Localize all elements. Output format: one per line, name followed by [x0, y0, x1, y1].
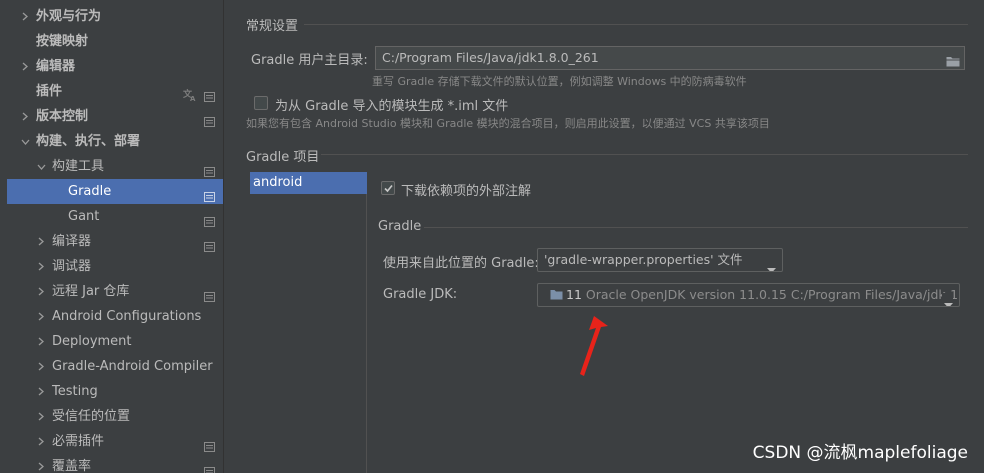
sidebar-item-label: 远程 Jar 仓库	[52, 284, 130, 299]
annotation-arrow	[580, 316, 608, 376]
sidebar-item-coverage[interactable]: 覆盖率	[0, 454, 223, 473]
section-divider	[304, 24, 968, 25]
watermark: CSDN @流枫maplefoliage	[752, 443, 968, 463]
chevron-down-icon[interactable]	[37, 154, 46, 179]
sidebar-item-build-tools[interactable]: 构建工具	[0, 154, 223, 179]
chevron-right-icon[interactable]	[38, 254, 46, 279]
sidebar-item-label: 外观与行为	[36, 9, 102, 24]
section-divider	[424, 227, 968, 228]
chevron-right-icon[interactable]	[38, 429, 46, 454]
section-divider	[321, 154, 968, 155]
project-level-icon	[204, 461, 215, 473]
chevron-down-icon[interactable]	[21, 129, 30, 154]
project-item-android[interactable]: android	[250, 172, 367, 194]
chevron-right-icon[interactable]	[38, 304, 46, 329]
sidebar-item-debugger[interactable]: 调试器	[0, 254, 223, 279]
sidebar-item-editor[interactable]: 编辑器	[0, 54, 223, 79]
download-annotations-label: 下载依赖项的外部注解	[401, 184, 532, 199]
chevron-right-icon[interactable]	[38, 279, 46, 304]
gradle-user-home-value: C:/Program Files/Java/jdk1.8.0_261	[382, 50, 599, 65]
gradle-jdk-value: Oracle OpenJDK version 11.0.15 C:/Progra…	[585, 287, 959, 302]
sidebar-item-label: Gant	[68, 209, 100, 224]
sidebar-item-android-configurations[interactable]: Android Configurations	[0, 304, 223, 329]
use-gradle-from-select[interactable]: 'gradle-wrapper.properties' 文件	[537, 248, 783, 272]
sidebar-item-label: Testing	[52, 384, 98, 399]
sidebar-item-label: 构建工具	[52, 159, 105, 174]
sidebar-item-testing[interactable]: Testing	[0, 379, 223, 404]
dropdown-arrow-icon	[942, 293, 953, 306]
chevron-right-icon[interactable]	[38, 404, 46, 429]
use-gradle-from-label: 使用来自此位置的 Gradle:	[383, 256, 539, 271]
sidebar-item-required-plugins[interactable]: 必需插件	[0, 429, 223, 454]
project-level-icon	[204, 111, 215, 127]
sidebar-item-version-control[interactable]: 版本控制	[0, 104, 223, 129]
jdk-folder-icon	[550, 285, 566, 307]
chevron-right-icon[interactable]	[38, 454, 46, 473]
gradle-subsection-title: Gradle	[378, 219, 422, 234]
sidebar-item-label: 编辑器	[36, 59, 76, 74]
sidebar-item-label: 覆盖率	[52, 459, 92, 473]
sidebar-item-label: 调试器	[52, 259, 92, 274]
gradle-jdk-version: 11	[566, 287, 582, 302]
sidebar-item-trusted-locations[interactable]: 受信任的位置	[0, 404, 223, 429]
download-annotations-checkbox[interactable]	[381, 181, 395, 195]
generate-iml-hint: 如果您有包含 Android Studio 模块和 Gradle 模块的混合项目…	[246, 117, 770, 130]
gradle-user-home-input[interactable]: C:/Program Files/Java/jdk1.8.0_261	[375, 46, 965, 70]
sidebar-item-label: Deployment	[52, 334, 132, 349]
sidebar-item-label: Gradle-Android Compiler	[52, 359, 213, 374]
project-level-icon	[204, 161, 215, 177]
gradle-user-home-hint: 重写 Gradle 存储下载文件的默认位置，例如调整 Windows 中的防病毒…	[372, 75, 747, 88]
sidebar-item-label: 构建、执行、部署	[36, 134, 141, 149]
chevron-right-icon[interactable]	[22, 4, 30, 29]
gradle-projects-section-title: Gradle 项目	[246, 150, 320, 165]
sidebar-item-label: Android Configurations	[52, 309, 202, 324]
sidebar-item-label: 版本控制	[36, 109, 89, 124]
project-level-icon	[204, 236, 215, 252]
browse-folder-icon[interactable]	[946, 52, 960, 67]
generate-iml-checkbox[interactable]	[254, 96, 268, 110]
gradle-user-home-label: Gradle 用户主目录:	[251, 53, 368, 68]
project-level-icon	[204, 436, 215, 452]
sidebar-item-label: Gradle	[68, 184, 112, 199]
use-gradle-from-value: 'gradle-wrapper.properties' 文件	[544, 252, 743, 267]
gradle-project-list: android	[250, 172, 367, 473]
gradle-settings-panel: 常规设置 Gradle 用户主目录: C:/Program Files/Java…	[224, 0, 984, 473]
settings-sidebar: 外观与行为 按键映射 编辑器 插件 文A 版本控制 构建、执行、部署 构建工具 …	[0, 0, 224, 473]
sidebar-item-appearance[interactable]: 外观与行为	[0, 4, 223, 29]
project-level-icon	[204, 186, 215, 202]
sidebar-item-label: 必需插件	[52, 434, 105, 449]
project-level-icon	[204, 286, 215, 302]
chevron-right-icon[interactable]	[38, 229, 46, 254]
sidebar-item-plugins[interactable]: 插件 文A	[0, 79, 223, 104]
sidebar-item-label: 插件	[36, 84, 63, 99]
svg-text:A: A	[190, 95, 196, 101]
sidebar-item-gant[interactable]: Gant	[0, 204, 223, 229]
chevron-right-icon[interactable]	[38, 329, 46, 354]
translate-icon: 文A	[182, 85, 197, 103]
general-section-title: 常规设置	[246, 19, 299, 34]
generate-iml-label: 为从 Gradle 导入的模块生成 *.iml 文件	[275, 99, 509, 114]
sidebar-item-keymap[interactable]: 按键映射	[0, 29, 223, 54]
sidebar-item-label: 受信任的位置	[52, 409, 131, 424]
project-level-icon	[204, 86, 215, 102]
sidebar-item-build-execution-deployment[interactable]: 构建、执行、部署	[0, 129, 223, 154]
gradle-jdk-label: Gradle JDK:	[383, 287, 458, 302]
chevron-right-icon[interactable]	[22, 54, 30, 79]
sidebar-item-label: 编译器	[52, 234, 92, 249]
sidebar-item-label: 按键映射	[36, 34, 89, 49]
sidebar-item-compiler[interactable]: 编译器	[0, 229, 223, 254]
gradle-jdk-select[interactable]: 11 Oracle OpenJDK version 11.0.15 C:/Pro…	[537, 283, 960, 307]
sidebar-item-deployment[interactable]: Deployment	[0, 329, 223, 354]
project-level-icon	[204, 211, 215, 227]
chevron-right-icon[interactable]	[38, 379, 46, 404]
chevron-right-icon[interactable]	[38, 354, 46, 379]
sidebar-item-remote-jar-repositories[interactable]: 远程 Jar 仓库	[0, 279, 223, 304]
sidebar-item-gradle[interactable]: Gradle	[7, 179, 223, 204]
sidebar-item-gradle-android-compiler[interactable]: Gradle-Android Compiler	[0, 354, 223, 379]
chevron-right-icon[interactable]	[22, 104, 30, 129]
dropdown-arrow-icon	[767, 258, 776, 271]
